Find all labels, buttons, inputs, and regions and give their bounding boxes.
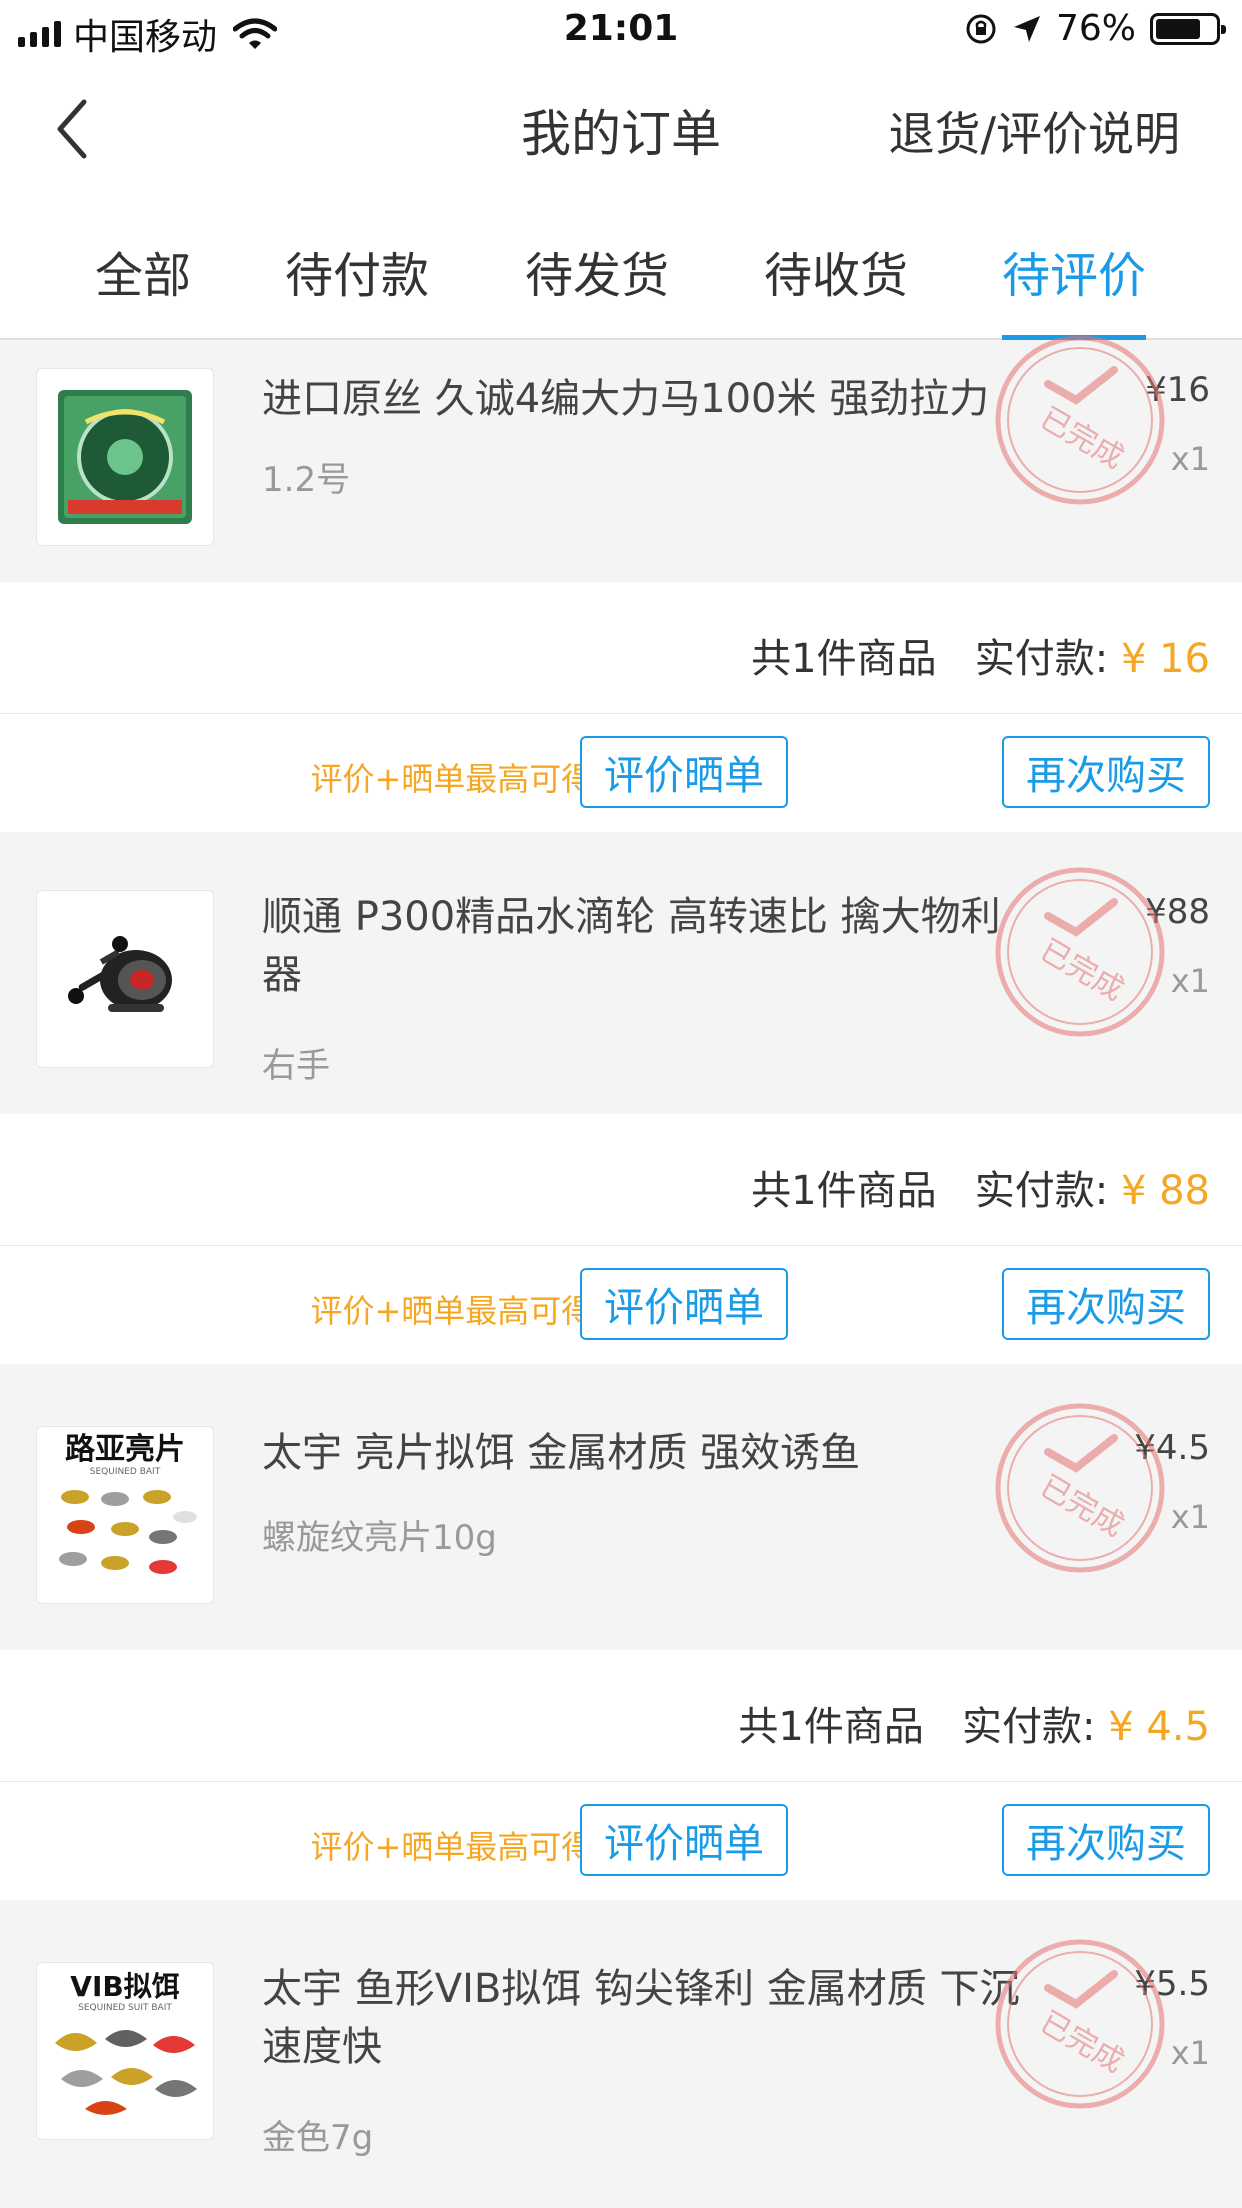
order-actions: 评价+晒单最高可得10元现金 评价晒单 再次购买 bbox=[0, 1246, 1242, 1364]
order-summary: 共1件商品 实付款: ¥ 88 bbox=[0, 1114, 1242, 1246]
svg-text:已完成: 已完成 bbox=[1034, 1469, 1129, 1544]
product-quantity: x1 bbox=[1170, 2034, 1210, 2072]
product-spec: 1.2号 bbox=[262, 460, 351, 500]
review-button[interactable]: 评价晒单 bbox=[580, 736, 788, 808]
product-quantity: x1 bbox=[1170, 440, 1210, 478]
product-spec: 螺旋纹亮片10g bbox=[262, 1518, 497, 1558]
product-spec: 右手 bbox=[262, 1046, 330, 1086]
location-icon bbox=[1013, 15, 1040, 42]
thumbnail-brand-text: VIB拟饵 bbox=[70, 1970, 180, 2003]
product-row[interactable]: 进口原丝 久诚4编大力马100米 强劲拉力 1.2号 ¥16 x1 已完成 bbox=[0, 335, 1242, 582]
review-button[interactable]: 评价晒单 bbox=[580, 1804, 788, 1876]
buy-again-button[interactable]: 再次购买 bbox=[1002, 1804, 1210, 1876]
svg-text:已完成: 已完成 bbox=[1034, 2005, 1129, 2080]
buy-again-button[interactable]: 再次购买 bbox=[1002, 736, 1210, 808]
nav-bar: 我的订单 退货/评价说明 bbox=[0, 64, 1242, 194]
svg-text:已完成: 已完成 bbox=[1034, 933, 1129, 1008]
product-spec: 金色7g bbox=[262, 2118, 374, 2158]
order-actions: 评价+晒单最高可得10元现金 评价晒单 再次购买 bbox=[0, 1782, 1242, 1900]
tab-pending-review[interactable]: 待评价 bbox=[1002, 236, 1146, 306]
paid-label: 实付款: bbox=[974, 1168, 1109, 1214]
paid-amount: ¥ 16 bbox=[1120, 636, 1210, 682]
item-count: 共1件商品 bbox=[738, 1704, 924, 1750]
order-actions: 评价+晒单最高可得10元现金 评价晒单 再次购买 bbox=[0, 714, 1242, 832]
item-count: 共1件商品 bbox=[751, 1168, 937, 1214]
status-bar: 中国移动 21:01 76% bbox=[0, 0, 1242, 64]
product-title: 太宇 亮片拟饵 金属材质 强效诱鱼 bbox=[262, 1430, 861, 1476]
completed-stamp-icon: 已完成 bbox=[995, 1939, 1165, 2109]
product-row[interactable]: 顺通 P300精品水滴轮 高转速比 擒大物利器 右手 ¥88 x1 已完成 bbox=[0, 862, 1242, 1114]
order-summary: 共1件商品 实付款: ¥ 4.5 bbox=[0, 1650, 1242, 1782]
completed-stamp-icon: 已完成 bbox=[995, 1403, 1165, 1573]
tab-pending-receipt[interactable]: 待收货 bbox=[764, 236, 908, 306]
order-summary: 共1件商品 实付款: ¥ 16 bbox=[0, 582, 1242, 714]
product-title: 进口原丝 久诚4编大力马100米 强劲拉力 bbox=[262, 376, 990, 422]
thumbnail-sub-text: SEQUINED SUIT BAIT bbox=[78, 2003, 172, 2013]
buy-again-button[interactable]: 再次购买 bbox=[1002, 1268, 1210, 1340]
paid-amount: ¥ 88 bbox=[1120, 1168, 1210, 1214]
product-quantity: x1 bbox=[1170, 1498, 1210, 1536]
tab-pending-shipment[interactable]: 待发货 bbox=[525, 236, 669, 306]
paid-label: 实付款: bbox=[962, 1704, 1096, 1750]
product-quantity: x1 bbox=[1170, 962, 1210, 1000]
product-title: 顺通 P300精品水滴轮 高转速比 擒大物利器 bbox=[262, 894, 1001, 998]
product-thumbnail: 路亚亮片 SEQUINED BAIT bbox=[36, 1426, 214, 1604]
order-tabs: 全部 待付款 待发货 待收货 待评价 bbox=[0, 194, 1242, 340]
return-review-instructions-link[interactable]: 退货/评价说明 bbox=[889, 98, 1181, 164]
completed-stamp-icon: 已完成 bbox=[995, 867, 1165, 1037]
product-thumbnail bbox=[36, 368, 214, 546]
orientation-lock-icon bbox=[966, 14, 996, 43]
paid-label: 实付款: bbox=[974, 636, 1109, 682]
tab-all[interactable]: 全部 bbox=[95, 236, 191, 306]
product-row[interactable]: VIB拟饵 SEQUINED SUIT BAIT 太宇 鱼形VIB拟饵 钩尖锋利… bbox=[0, 1934, 1242, 2208]
battery-percent: 76% bbox=[1055, 8, 1136, 49]
spoon-lures-image bbox=[59, 1490, 197, 1574]
item-count: 共1件商品 bbox=[751, 636, 937, 682]
fishing-reel-image bbox=[68, 936, 172, 1012]
completed-stamp-icon: 已完成 bbox=[995, 335, 1165, 505]
vib-lures-image bbox=[55, 2030, 197, 2115]
battery-icon bbox=[1150, 12, 1226, 45]
product-title: 太宇 鱼形VIB拟饵 钩尖锋利 金属材质 下沉速度快 bbox=[262, 1966, 1020, 2070]
fishing-line-image bbox=[58, 390, 192, 524]
svg-text:已完成: 已完成 bbox=[1034, 401, 1129, 476]
product-thumbnail bbox=[36, 890, 214, 1068]
tab-pending-payment[interactable]: 待付款 bbox=[285, 236, 429, 306]
thumbnail-brand-text: 路亚亮片 bbox=[65, 1432, 185, 1467]
product-row[interactable]: 路亚亮片 SEQUINED BAIT 太宇 亮片拟饵 金属材质 强效诱鱼 螺旋纹… bbox=[0, 1398, 1242, 1650]
product-thumbnail: VIB拟饵 SEQUINED SUIT BAIT bbox=[36, 1962, 214, 2140]
thumbnail-sub-text: SEQUINED BAIT bbox=[89, 1467, 161, 1477]
review-button[interactable]: 评价晒单 bbox=[580, 1268, 788, 1340]
paid-amount: ¥ 4.5 bbox=[1108, 1704, 1210, 1750]
